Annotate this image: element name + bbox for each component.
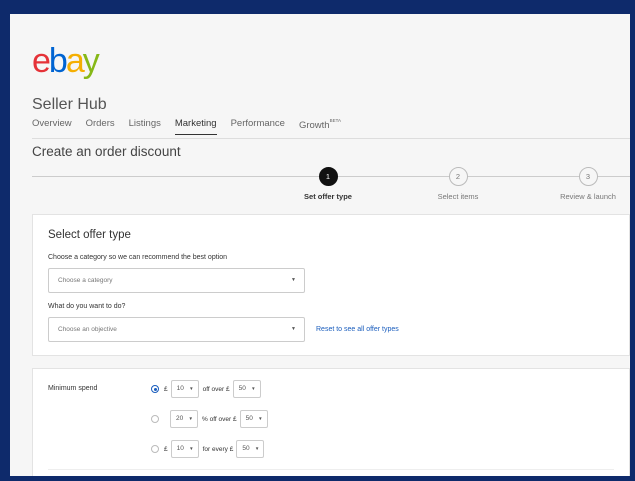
threshold-value: 50	[242, 445, 250, 452]
amount-select[interactable]: 10 ▼	[170, 440, 199, 458]
threshold-value: 50	[238, 385, 246, 392]
tab-performance[interactable]: Performance	[231, 118, 285, 135]
chevron-down-icon: ▼	[189, 446, 194, 451]
step-label: Set offer type	[304, 192, 352, 201]
category-select[interactable]: Choose a category ▼	[48, 268, 305, 293]
step-set-offer-type: 1 Set offer type	[283, 167, 373, 201]
page-title: Create an order discount	[32, 144, 181, 159]
radio-button[interactable]	[151, 415, 159, 423]
spend-option-2: 20 ▼ % off over £ 50 ▼	[151, 409, 272, 429]
card-divider	[48, 469, 614, 470]
chevron-down-icon: ▼	[291, 326, 296, 332]
seller-hub-title: Seller Hub	[32, 96, 107, 113]
objective-question: What do you want to do?	[48, 303, 126, 310]
offer-type-title: Select offer type	[48, 229, 131, 241]
amount-value: 20	[176, 415, 184, 422]
logo-letter-b: b	[48, 42, 68, 80]
radio-button[interactable]	[151, 385, 159, 393]
currency-symbol: £	[164, 385, 168, 393]
radio-button[interactable]	[151, 445, 159, 453]
logo-letter-a: a	[65, 42, 85, 80]
tab-growth[interactable]: GrowthBETA	[299, 118, 341, 135]
chevron-down-icon: ▼	[258, 416, 263, 421]
app-window: ebay Seller Hub Overview Orders Listings…	[10, 14, 630, 476]
option-text: % off over £	[202, 415, 237, 423]
option-text: off over £	[202, 385, 230, 393]
step-review-launch: 3 Review & launch	[543, 167, 630, 201]
threshold-select[interactable]: 50 ▼	[239, 410, 268, 428]
step-select-items: 2 Select items	[413, 167, 503, 201]
tab-orders[interactable]: Orders	[86, 118, 115, 135]
nav-divider	[32, 138, 630, 139]
chevron-down-icon: ▼	[291, 277, 296, 283]
chevron-down-icon: ▼	[189, 386, 194, 391]
reset-offer-types-link[interactable]: Reset to see all offer types	[316, 326, 399, 333]
step-circle: 2	[448, 167, 468, 186]
amount-value: 10	[176, 445, 184, 452]
amount-select[interactable]: 10 ▼	[170, 380, 199, 398]
step-label: Select items	[437, 192, 479, 201]
step-label: Review & launch	[560, 192, 616, 201]
threshold-value: 50	[245, 415, 253, 422]
chevron-down-icon: ▼	[254, 446, 260, 451]
threshold-select[interactable]: 50 ▼	[236, 440, 265, 458]
chevron-down-icon: ▼	[251, 386, 256, 391]
amount-value: 10	[176, 385, 184, 392]
minimum-spend-card: Minimum spend £ 10 ▼ off over £ 50 ▼ 20 ▼ %…	[32, 368, 630, 476]
logo-letter-y: y	[82, 42, 100, 80]
amount-select[interactable]: 20 ▼	[170, 410, 198, 428]
objective-select[interactable]: Choose an objective ▼	[48, 317, 305, 342]
tab-marketing[interactable]: Marketing	[174, 118, 217, 135]
threshold-select[interactable]: 50 ▼	[232, 380, 261, 398]
objective-select-value: Choose an objective	[58, 326, 117, 333]
tab-listings[interactable]: Listings	[129, 118, 161, 135]
spend-option-3: £ 10 ▼ for every £ 50 ▼	[151, 439, 268, 459]
main-nav: Overview Orders Listings Marketing Perfo…	[32, 118, 355, 135]
step-circle: 3	[578, 167, 598, 186]
offer-type-card: Select offer type Choose a category so w…	[32, 214, 630, 356]
chevron-down-icon: ▼	[188, 416, 193, 421]
category-question: Choose a category so we can recommend th…	[48, 254, 227, 261]
step-circle: 1	[318, 167, 338, 186]
logo-letter-e: e	[32, 42, 51, 80]
beta-badge: BETA	[329, 118, 342, 123]
currency-symbol: £	[164, 445, 168, 453]
ebay-logo[interactable]: ebay	[32, 42, 100, 80]
category-select-value: Choose a category	[58, 277, 113, 284]
tab-overview[interactable]: Overview	[32, 118, 72, 135]
option-text: for every £	[202, 445, 234, 453]
tab-growth-label: Growth	[298, 120, 330, 131]
spend-option-1: £ 10 ▼ off over £ 50 ▼	[151, 379, 265, 399]
minimum-spend-label: Minimum spend	[48, 385, 98, 392]
progress-stepper: 1 Set offer type 2 Select items 3 Review…	[32, 164, 630, 209]
